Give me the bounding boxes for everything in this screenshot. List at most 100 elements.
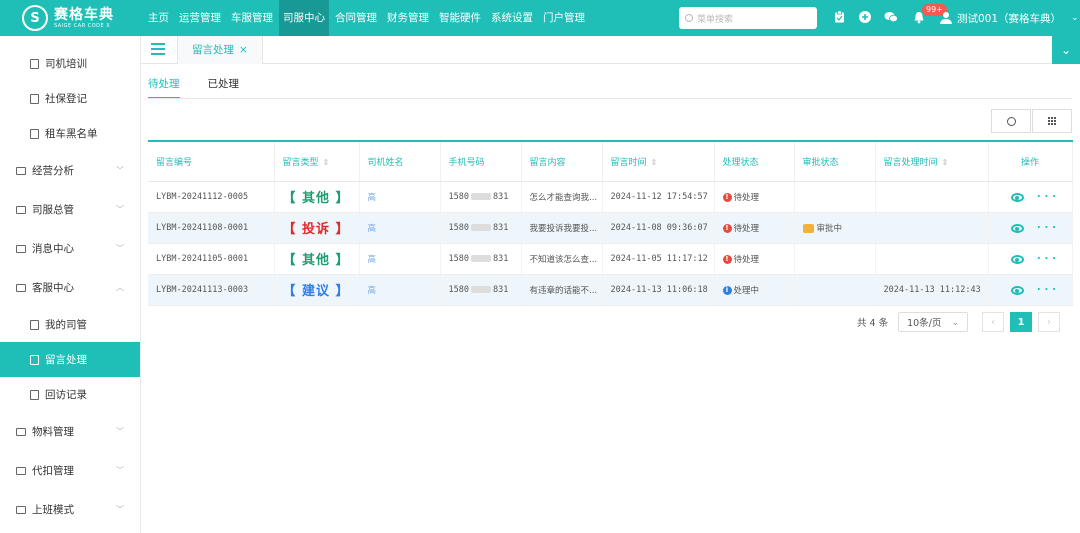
sidebar-item-label: 租车黑名单 bbox=[45, 128, 98, 140]
sidebar-group-driver-service-admin[interactable]: 司服总管 ﹀ bbox=[0, 190, 140, 229]
sidebar-item-social-security[interactable]: 社保登记 bbox=[0, 81, 140, 116]
col-header-id: 留言编号 bbox=[148, 141, 275, 182]
page-button-current[interactable]: 1 bbox=[1010, 312, 1033, 332]
col-header-type[interactable]: 留言类型 ⇕ bbox=[274, 141, 360, 182]
next-page-button[interactable]: › bbox=[1038, 312, 1061, 332]
more-icon[interactable]: ··· bbox=[1036, 283, 1059, 296]
chevron-up-icon: ︿ bbox=[116, 283, 124, 292]
document-icon bbox=[30, 354, 39, 365]
cell-time: 2024-11-05 11:17:12 bbox=[602, 243, 715, 275]
sidebar-item-label: 消息中心 bbox=[32, 243, 74, 255]
topnav-vehicle-service[interactable]: 车服管理 bbox=[227, 0, 277, 36]
close-icon[interactable]: × bbox=[239, 44, 248, 56]
sidebar-group-customer-service[interactable]: 客服中心 ︿ bbox=[0, 268, 140, 307]
sidebar-group-work-mode[interactable]: 上班模式 ﹀ bbox=[0, 490, 140, 529]
col-header-time[interactable]: 留言时间 ⇕ bbox=[602, 141, 715, 182]
sidebar-item-label: 代扣管理 bbox=[32, 465, 74, 477]
alert-icon: ! bbox=[722, 254, 732, 264]
tabs-more-button[interactable]: ⌄ bbox=[1052, 36, 1080, 64]
cell-id: LYBM-20241105-0001 bbox=[148, 243, 275, 275]
pager-total: 共 4 条 bbox=[857, 318, 889, 329]
topnav-finance[interactable]: 财务管理 bbox=[383, 0, 433, 36]
cell-phone: 1580 831 bbox=[440, 274, 522, 306]
chevron-down-icon: ﹀ bbox=[116, 505, 124, 514]
cell-handled-time: 2024-11-13 11:12:43 bbox=[875, 274, 989, 306]
add-icon[interactable] bbox=[858, 10, 872, 24]
view-eye-icon[interactable] bbox=[1010, 224, 1024, 233]
search-button[interactable] bbox=[991, 109, 1031, 133]
page-tabs-bar: 留言处理 × ⌄ bbox=[141, 36, 1080, 64]
topnav-home[interactable]: 主页 bbox=[144, 0, 173, 36]
cell-handled-time bbox=[875, 243, 989, 275]
search-icon bbox=[1006, 116, 1016, 126]
sidebar-group-message-center[interactable]: 消息中心 ﹀ bbox=[0, 229, 140, 268]
top-nav: 主页 运营管理 车服管理 司服中心 合同管理 财务管理 智能硬件 系统设置 门户… bbox=[144, 0, 591, 36]
sidebar-item-follow-up-records[interactable]: 回访记录 bbox=[0, 377, 140, 412]
col-header-handled-time[interactable]: 留言处理时间 ⇕ bbox=[875, 141, 989, 182]
table-row[interactable]: LYBM-20241112-0005 【 其他 】高 1580 831 怎么才能查询我.… bbox=[148, 181, 1073, 213]
more-icon[interactable]: ··· bbox=[1036, 221, 1059, 234]
sidebar-group-withholding[interactable]: 代扣管理 ﹀ bbox=[0, 451, 140, 490]
cell-status: ! 待处理 bbox=[714, 181, 795, 213]
logo-title: 赛格车典 bbox=[54, 6, 114, 23]
logo-subtitle: SAIGE CAR CODE X bbox=[54, 22, 111, 29]
topnav-contracts[interactable]: 合同管理 bbox=[331, 0, 381, 36]
col-header-approval: 审批状态 bbox=[794, 141, 876, 182]
more-icon[interactable]: ··· bbox=[1036, 252, 1059, 265]
topnav-system-settings[interactable]: 系统设置 bbox=[487, 0, 537, 36]
sidebar-item-message-handling[interactable]: 留言处理 bbox=[0, 342, 140, 377]
app-logo[interactable]: S 赛格车典 SAIGE CAR CODE X bbox=[0, 0, 140, 36]
sort-icon[interactable]: ⇕ bbox=[323, 158, 330, 167]
tab-pending[interactable]: 待处理 bbox=[148, 76, 180, 99]
cell-actions: ··· bbox=[988, 274, 1073, 306]
topnav-hardware[interactable]: 智能硬件 bbox=[435, 0, 485, 36]
alert-icon: ! bbox=[722, 223, 732, 233]
sidebar-group-business-analysis[interactable]: 经营分析 ﹀ bbox=[0, 151, 140, 190]
table-row[interactable]: LYBM-20241108-0001 【 投诉 】高 1580 831 我要投诉我要投.… bbox=[148, 212, 1073, 244]
sidebar-item-driver-training[interactable]: 司机培训 bbox=[0, 46, 140, 81]
cell-time: 2024-11-08 09:36:07 bbox=[602, 212, 715, 244]
wechat-icon[interactable] bbox=[884, 10, 898, 24]
sidebar-item-my-drivers[interactable]: 我的司管 bbox=[0, 307, 140, 342]
tab-message-handling[interactable]: 留言处理 × bbox=[177, 36, 263, 64]
sidebar-item-rental-blacklist[interactable]: 租车黑名单 bbox=[0, 116, 140, 151]
sidebar-group-materials[interactable]: 物料管理 ﹀ bbox=[0, 412, 140, 451]
sidebar-item-label: 司服总管 bbox=[32, 204, 74, 216]
sort-icon[interactable]: ⇕ bbox=[942, 158, 949, 167]
table-row[interactable]: LYBM-20241105-0001 【 其他 】高 1580 831 不知道该怎么查.… bbox=[148, 243, 1073, 275]
view-eye-icon[interactable] bbox=[1010, 255, 1024, 264]
document-icon bbox=[30, 93, 39, 104]
menu-search-input[interactable]: 菜单搜索 bbox=[679, 7, 817, 29]
col-header-status: 处理状态 bbox=[714, 141, 795, 182]
topnav-driver-service[interactable]: 司服中心 bbox=[279, 0, 329, 36]
sidebar-item-label: 社保登记 bbox=[45, 93, 87, 105]
redacted-block bbox=[470, 223, 491, 231]
cell-id: LYBM-20241108-0001 bbox=[148, 212, 275, 244]
view-eye-icon[interactable] bbox=[1010, 286, 1024, 295]
user-menu[interactable]: 测试001（赛格车典） ⌄ bbox=[940, 0, 1079, 36]
tab-processed[interactable]: 已处理 bbox=[208, 76, 240, 99]
info-icon: i bbox=[722, 285, 732, 295]
table-row[interactable]: LYBM-20241113-0003 【 建议 】高 1580 831 有违章的话能不.… bbox=[148, 274, 1073, 306]
menu-toggle-icon[interactable] bbox=[151, 43, 165, 55]
folder-icon bbox=[16, 466, 26, 475]
main-content: 待处理 已处理 留言编号 留言类型 ⇕ 司机姓名 手机号码 留言内容 留言时间 ⇕ … bbox=[141, 64, 1080, 533]
chevron-down-icon: ﹀ bbox=[116, 205, 124, 214]
document-icon bbox=[30, 389, 39, 400]
cell-time: 2024-11-13 11:06:18 bbox=[602, 274, 715, 306]
more-icon[interactable]: ··· bbox=[1036, 190, 1059, 203]
cell-type: 【 其他 】 bbox=[274, 243, 360, 275]
type-tag: 【 建议 】 bbox=[282, 284, 350, 299]
clipboard-icon[interactable] bbox=[832, 10, 846, 24]
sort-icon[interactable]: ⇕ bbox=[651, 158, 658, 167]
chevron-down-icon: ﹀ bbox=[116, 427, 124, 436]
page-size-select[interactable]: 10条/页 ⌄ bbox=[898, 312, 969, 332]
cell-approval bbox=[794, 181, 876, 213]
view-eye-icon[interactable] bbox=[1010, 193, 1024, 202]
topnav-operations[interactable]: 运营管理 bbox=[175, 0, 225, 36]
topnav-portal[interactable]: 门户管理 bbox=[539, 0, 589, 36]
prev-page-button[interactable]: ‹ bbox=[982, 312, 1005, 332]
cell-time: 2024-11-12 17:54:57 bbox=[602, 181, 715, 213]
columns-button[interactable] bbox=[1032, 109, 1072, 133]
sidebar-item-label: 司机培训 bbox=[45, 58, 87, 70]
